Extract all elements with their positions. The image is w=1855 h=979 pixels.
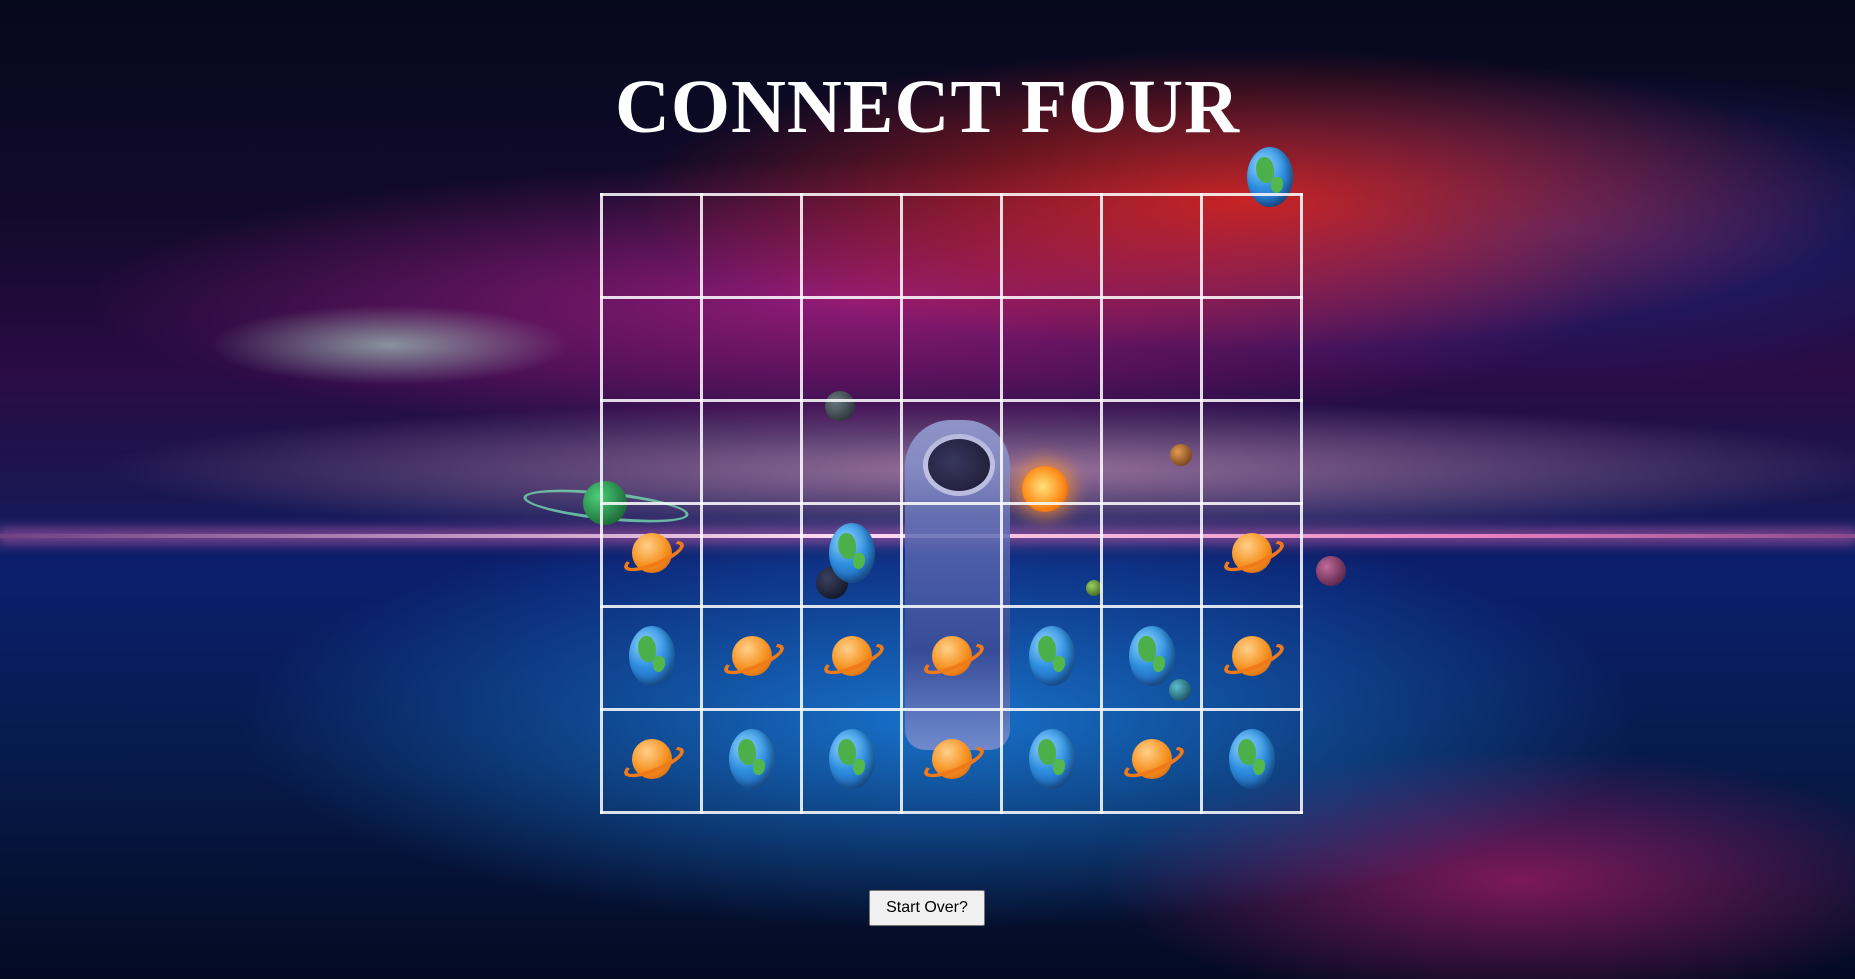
board-cell[interactable] (800, 605, 903, 711)
board-cell[interactable] (800, 193, 903, 299)
board-cell[interactable] (1000, 193, 1103, 299)
board-cell[interactable] (700, 399, 803, 505)
board-row (600, 502, 1303, 608)
board-cell[interactable] (800, 502, 903, 608)
board-cell[interactable] (1200, 193, 1303, 299)
earth-piece-icon (628, 625, 675, 686)
board-cell[interactable] (1100, 708, 1203, 814)
board-cell[interactable] (900, 502, 1003, 608)
board-cell[interactable] (1200, 399, 1303, 505)
saturn-piece-icon (631, 532, 672, 573)
board-cell[interactable] (600, 708, 703, 814)
board-cell[interactable] (900, 708, 1003, 814)
board-cell[interactable] (1100, 605, 1203, 711)
board-cell[interactable] (700, 296, 803, 402)
earth-piece-icon (728, 728, 775, 789)
earth-piece-icon (1028, 625, 1075, 686)
board-cell[interactable] (1200, 502, 1303, 608)
saturn-piece-icon (631, 738, 672, 779)
saturn-piece-icon (831, 635, 872, 676)
earth-piece-icon (1128, 625, 1175, 686)
board-cell[interactable] (700, 502, 803, 608)
background-planet-icon (1316, 556, 1346, 586)
saturn-piece-icon (931, 635, 972, 676)
board-cell[interactable] (800, 708, 903, 814)
board-cell[interactable] (800, 399, 903, 505)
board-cell[interactable] (800, 296, 903, 402)
earth-piece-icon (1228, 728, 1275, 789)
saturn-piece-icon (1131, 738, 1172, 779)
board-cell[interactable] (1000, 708, 1103, 814)
start-over-button[interactable]: Start Over? (869, 890, 985, 926)
board-row (600, 296, 1303, 402)
board-cell[interactable] (600, 296, 703, 402)
earth-piece-icon (828, 522, 875, 583)
board-cell[interactable] (1000, 399, 1103, 505)
board-cell[interactable] (600, 399, 703, 505)
board-cell[interactable] (700, 605, 803, 711)
board-cell[interactable] (1100, 502, 1203, 608)
earth-piece-icon (828, 728, 875, 789)
board-cell[interactable] (1100, 399, 1203, 505)
game-board (600, 193, 1303, 814)
board-cell[interactable] (700, 708, 803, 814)
board-cell[interactable] (1200, 708, 1303, 814)
saturn-piece-icon (1231, 635, 1272, 676)
board-cell[interactable] (900, 605, 1003, 711)
board-cell[interactable] (700, 193, 803, 299)
board-cell[interactable] (1200, 296, 1303, 402)
board-row (600, 193, 1303, 299)
board-cell[interactable] (900, 399, 1003, 505)
board-cell[interactable] (900, 193, 1003, 299)
board-row (600, 399, 1303, 505)
board-cell[interactable] (600, 605, 703, 711)
saturn-piece-icon (731, 635, 772, 676)
board-cell[interactable] (1000, 296, 1103, 402)
board-cell[interactable] (600, 502, 703, 608)
board-cell[interactable] (1100, 296, 1203, 402)
board-row (600, 605, 1303, 711)
saturn-piece-icon (931, 738, 972, 779)
board-cell[interactable] (1200, 605, 1303, 711)
board-row (600, 708, 1303, 814)
board-cell[interactable] (1000, 605, 1103, 711)
earth-piece-icon (1028, 728, 1075, 789)
game-title: CONNECT FOUR (615, 65, 1240, 149)
board-cell[interactable] (600, 193, 703, 299)
board-cell[interactable] (900, 296, 1003, 402)
saturn-piece-icon (1231, 532, 1272, 573)
board-cell[interactable] (1100, 193, 1203, 299)
board-cell[interactable] (1000, 502, 1103, 608)
